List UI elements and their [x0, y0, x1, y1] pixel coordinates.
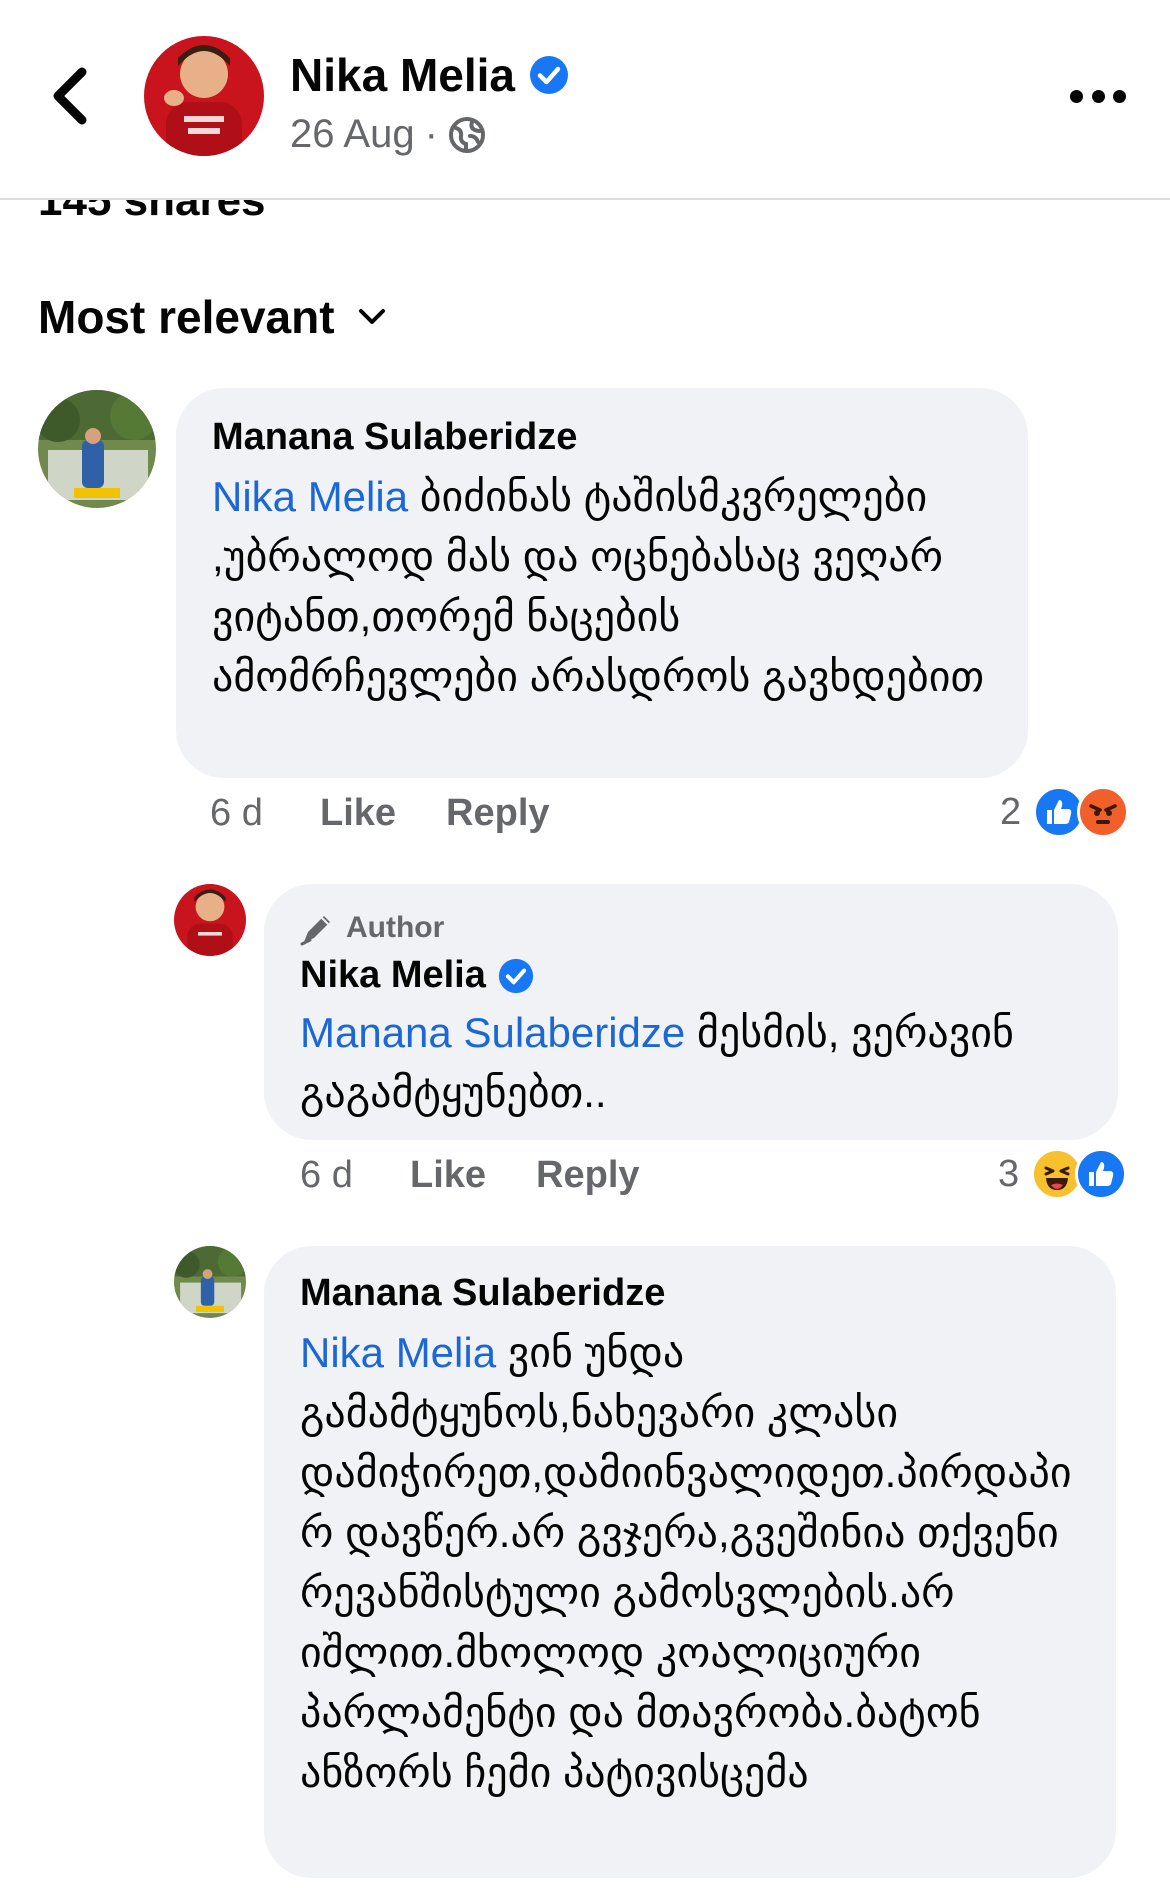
like-button[interactable]: Like	[410, 1154, 486, 1197]
comment-text: Nika Melia ვინ უნდა გამამტყუნოს,ნახევარი…	[300, 1323, 1080, 1803]
author-badge-label: Author	[346, 911, 445, 944]
reaction-summary[interactable]: 2	[1000, 786, 1130, 838]
back-button[interactable]	[44, 66, 96, 126]
commenter-avatar[interactable]	[38, 390, 156, 508]
commenter-avatar[interactable]	[174, 1246, 246, 1318]
like-reaction-icon	[1075, 1148, 1128, 1200]
post-date[interactable]: 26 Aug	[290, 112, 415, 157]
mention-link[interactable]: Nika Melia	[300, 1329, 496, 1376]
reaction-summary[interactable]: 3	[998, 1148, 1128, 1200]
post-header: Nika Melia 26 Aug ·	[0, 0, 1170, 200]
more-dot-icon	[1113, 89, 1126, 103]
like-button[interactable]: Like	[320, 792, 396, 835]
reply-button[interactable]: Reply	[446, 792, 549, 835]
comment-author-name[interactable]: Manana Sulaberidze	[300, 1272, 665, 1315]
angry-reaction-icon	[1077, 786, 1130, 838]
comment-body: ვინ უნდა გამამტყუნოს,ნახევარი კლასი დამი…	[300, 1329, 1072, 1796]
sort-dropdown[interactable]: Most relevant	[38, 290, 387, 344]
more-dot-icon	[1070, 89, 1083, 103]
comment-text: Nika Melia ბიძინას ტაშისმკვრელები ,უბრალ…	[212, 467, 992, 707]
chevron-left-icon	[53, 67, 87, 125]
author-name[interactable]: Nika Melia	[290, 48, 515, 102]
verified-badge-icon	[530, 56, 568, 94]
author-avatar[interactable]	[144, 36, 264, 156]
chevron-down-icon	[358, 309, 385, 324]
comment-actions: 6 d Like Reply	[300, 1154, 690, 1197]
reaction-count: 3	[998, 1152, 1020, 1195]
comment-time[interactable]: 6 d	[300, 1154, 410, 1197]
meta-separator: ·	[424, 112, 438, 156]
comment-author[interactable]: Manana Sulaberidze	[212, 416, 992, 459]
globe-icon	[448, 116, 485, 153]
comment-actions: 6 d Like Reply	[210, 792, 600, 835]
comment-bubble: Author Nika Melia Manana Sulaberidze მეს…	[264, 884, 1118, 1140]
comment-author-name[interactable]: Manana Sulaberidze	[212, 416, 577, 459]
reaction-count: 2	[1000, 790, 1022, 833]
post-meta: 26 Aug ·	[290, 112, 486, 157]
sort-label: Most relevant	[38, 291, 335, 343]
mention-link[interactable]: Nika Melia	[212, 473, 408, 520]
comment-author[interactable]: Manana Sulaberidze	[300, 1272, 1080, 1315]
more-options-button[interactable]	[1070, 84, 1126, 108]
mention-link[interactable]: Manana Sulaberidze	[300, 1009, 685, 1056]
comment-bubble: Manana Sulaberidze Nika Melia ბიძინას ტა…	[176, 388, 1028, 778]
pencil-icon	[300, 916, 330, 946]
comment-author-name[interactable]: Nika Melia	[300, 954, 486, 997]
reply-button[interactable]: Reply	[536, 1154, 639, 1197]
comment-author[interactable]: Nika Melia	[300, 954, 1082, 997]
author-badge: Author	[300, 910, 1082, 946]
commenter-avatar[interactable]	[174, 884, 246, 956]
comment-bubble: Manana Sulaberidze Nika Melia ვინ უნდა გ…	[264, 1246, 1116, 1878]
comment-time[interactable]: 6 d	[210, 792, 320, 835]
comment-text: Manana Sulaberidze მესმის, ვერავინ გაგამ…	[300, 1003, 1082, 1123]
more-dot-icon	[1091, 89, 1105, 103]
verified-badge-icon	[498, 958, 533, 993]
